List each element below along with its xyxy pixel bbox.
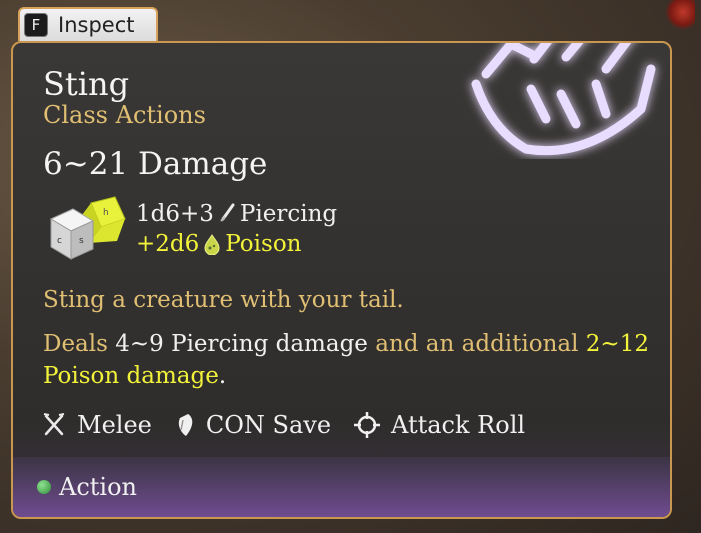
roll-type: Piercing	[239, 201, 338, 227]
action-cost-label: Action	[59, 473, 137, 501]
deals-prefix: Deals	[43, 331, 108, 357]
deals-middle: and an additional	[375, 331, 579, 357]
tag-label: Attack Roll	[391, 411, 526, 439]
dice-icon: h c s	[49, 196, 126, 260]
spell-title: Sting	[43, 65, 130, 103]
action-dot-icon	[37, 480, 51, 494]
spell-category: Class Actions	[43, 101, 206, 129]
poison-icon	[204, 234, 220, 255]
svg-text:h: h	[103, 208, 109, 218]
roll-line-poison: +2d6 Poison	[136, 231, 301, 257]
crosshair-icon	[354, 412, 381, 438]
damage-details: Deals 4~9 Piercing damage and an additio…	[43, 328, 653, 392]
roll-dice: +2d6	[136, 231, 200, 257]
svg-text:s: s	[79, 236, 84, 246]
deals-piercing: 4~9 Piercing damage	[115, 331, 368, 357]
save-shield-icon	[178, 414, 193, 436]
action-cost-footer: Action	[13, 457, 670, 517]
damage-range: 6~21 Damage	[43, 146, 268, 182]
roll-dice: 1d6+3	[136, 201, 214, 227]
roll-type: Poison	[225, 231, 302, 257]
inspect-tab[interactable]: F Inspect	[18, 7, 158, 41]
tag-label: Melee	[77, 411, 152, 439]
inspect-label: Inspect	[58, 13, 135, 37]
tag-attack-roll: Attack Roll	[353, 411, 525, 439]
deals-suffix: .	[218, 363, 227, 389]
spell-tags: Melee CON Save Attack Roll	[41, 411, 525, 439]
tag-melee: Melee	[41, 411, 152, 439]
tag-con-save: CON Save	[174, 411, 331, 439]
svg-text:c: c	[57, 236, 62, 246]
melee-icon	[43, 413, 65, 436]
claw-class-icon	[471, 43, 656, 156]
tooltip-card: Sting Class Actions 6~21 Damage h c s 1d…	[11, 41, 672, 519]
tag-label: CON Save	[205, 411, 332, 439]
keybind-badge: F	[24, 13, 48, 37]
roll-line-piercing: 1d6+3 Piercing	[136, 201, 337, 227]
background-detail	[665, 0, 695, 30]
spell-description: Sting a creature with your tail.	[43, 287, 404, 313]
piercing-icon	[220, 203, 235, 222]
